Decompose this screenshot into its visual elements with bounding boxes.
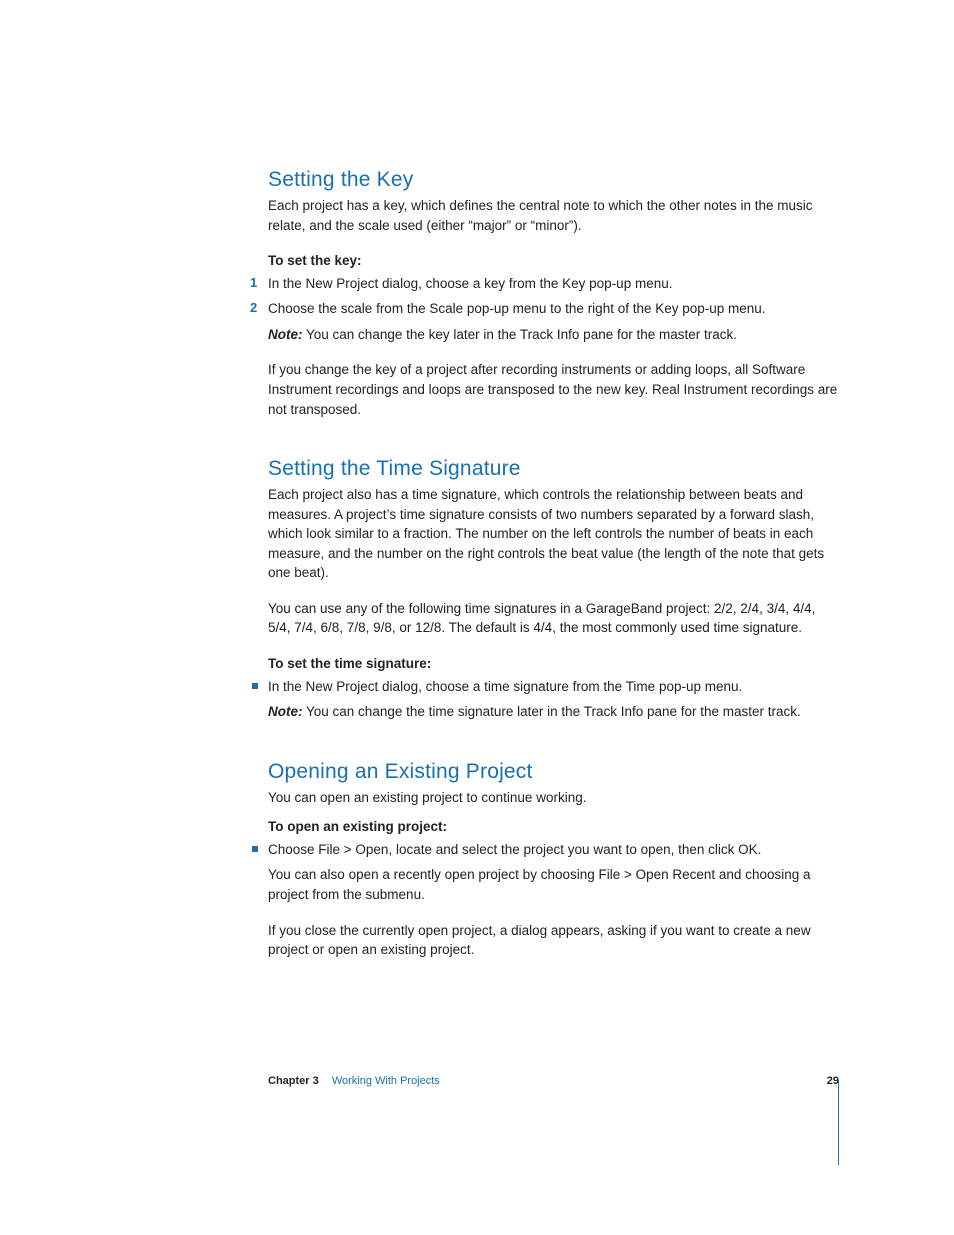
paragraph: You can use any of the following time si… [268, 599, 839, 638]
lead-in: To set the time signature: [268, 654, 839, 674]
chapter-label: Chapter 3 [268, 1075, 319, 1087]
square-bullet-icon [252, 683, 258, 689]
bullet-item: In the New Project dialog, choose a time… [250, 677, 839, 697]
square-bullet-icon [252, 846, 258, 852]
lead-in: To open an existing project: [268, 817, 839, 837]
page-content: Setting the Key Each project has a key, … [0, 0, 954, 960]
note-label: Note: [268, 327, 303, 342]
bullet-item: Choose File > Open, locate and select th… [250, 840, 839, 860]
paragraph: Each project has a key, which defines th… [268, 196, 839, 235]
step-number: 2 [250, 299, 257, 318]
ordered-steps: 1 In the New Project dialog, choose a ke… [268, 274, 839, 319]
paragraph: You can also open a recently open projec… [268, 865, 839, 904]
note-paragraph: Note: You can change the key later in th… [268, 325, 839, 345]
chapter-title: Working With Projects [332, 1075, 440, 1087]
note-text: You can change the time signature later … [303, 704, 801, 719]
step-item: 2 Choose the scale from the Scale pop-up… [250, 299, 839, 319]
step-number: 1 [250, 274, 257, 293]
heading-opening-existing-project: Opening an Existing Project [268, 760, 839, 784]
step-item: 1 In the New Project dialog, choose a ke… [250, 274, 839, 294]
step-text: Choose the scale from the Scale pop-up m… [268, 301, 766, 316]
bullet-text: In the New Project dialog, choose a time… [268, 679, 742, 694]
bullet-list: Choose File > Open, locate and select th… [268, 840, 839, 860]
note-label: Note: [268, 704, 303, 719]
heading-setting-time-signature: Setting the Time Signature [268, 457, 839, 481]
paragraph: If you change the key of a project after… [268, 360, 839, 419]
paragraph: If you close the currently open project,… [268, 921, 839, 960]
edge-rule-decoration [838, 1080, 839, 1165]
note-paragraph: Note: You can change the time signature … [268, 702, 839, 722]
lead-in: To set the key: [268, 251, 839, 271]
bullet-list: In the New Project dialog, choose a time… [268, 677, 839, 697]
heading-setting-the-key: Setting the Key [268, 168, 839, 192]
bullet-text: Choose File > Open, locate and select th… [268, 842, 761, 857]
note-text: You can change the key later in the Trac… [303, 327, 738, 342]
step-text: In the New Project dialog, choose a key … [268, 276, 672, 291]
paragraph: You can open an existing project to cont… [268, 788, 839, 808]
paragraph: Each project also has a time signature, … [268, 485, 839, 583]
page-footer: Chapter 3 Working With Projects 29 [268, 1075, 839, 1087]
